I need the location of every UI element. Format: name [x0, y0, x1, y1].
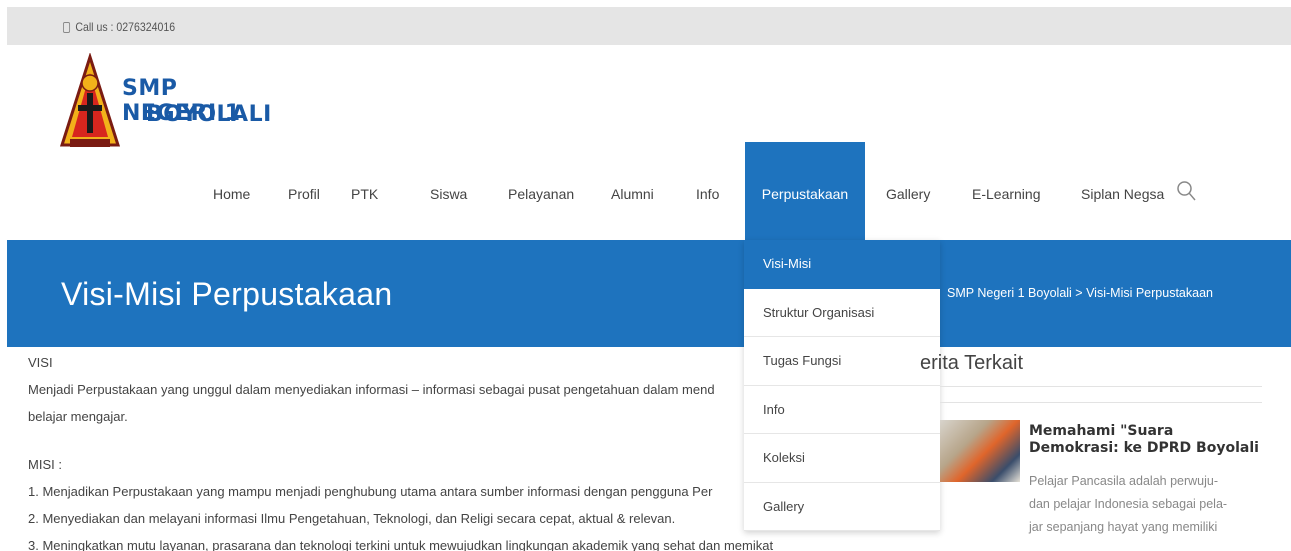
misi-item-1: 1. Menjadikan Perpustakaan yang mampu me…: [28, 484, 713, 499]
nav-perpustakaan[interactable]: Perpustakaan: [745, 142, 865, 240]
site-logo[interactable]: SMP NEGERI 1 BOYOLALI: [60, 53, 280, 153]
main-content: VISI Menjadi Perpustakaan yang unggul da…: [28, 354, 774, 551]
sidebar-divider: [940, 386, 1262, 387]
post-title[interactable]: Memahami "Suara Demokrasi: ke DPRD Boyol…: [1029, 423, 1259, 457]
nav-profil[interactable]: Profil: [288, 142, 320, 240]
sidebar-divider: [940, 402, 1262, 403]
nav-alumni[interactable]: Alumni: [611, 142, 654, 240]
top-bar: Call us : 0276324016: [7, 7, 1291, 45]
visi-text-line2: belajar mengajar.: [28, 409, 128, 424]
breadcrumb[interactable]: SMP Negeri 1 Boyolali > Visi-Misi Perpus…: [947, 286, 1213, 300]
phone-contact: Call us : 0276324016: [63, 20, 175, 34]
visi-heading: VISI: [28, 355, 53, 370]
main-nav: Home Profil PTK Siswa Pelayanan Alumni I…: [0, 142, 1291, 240]
nav-elearning[interactable]: E-Learning: [972, 142, 1041, 240]
post-excerpt: Pelajar Pancasila adalah perwuju- dan pe…: [1029, 470, 1227, 539]
sidebar-title: erita Terkait: [920, 352, 1024, 374]
nav-ptk[interactable]: PTK: [351, 142, 378, 240]
page-title: Visi-Misi Perpustakaan: [61, 276, 393, 312]
perpustakaan-dropdown: Visi-Misi Struktur Organisasi Tugas Fung…: [744, 240, 940, 531]
phone-text: Call us : 0276324016: [75, 20, 176, 34]
misi-item-2: 2. Menyediakan dan melayani informasi Il…: [28, 511, 676, 526]
page-header-banner: Visi-Misi Perpustakaan SMP Negeri 1 Boyo…: [7, 240, 1291, 347]
dropdown-item-tugas-fungsi[interactable]: Tugas Fungsi: [744, 337, 940, 386]
misi-heading: MISI :: [28, 457, 62, 472]
misi-item-3: 3. Meningkatkan mutu layanan, prasarana …: [28, 538, 774, 551]
dropdown-item-struktur-organisasi[interactable]: Struktur Organisasi: [744, 289, 940, 337]
search-icon[interactable]: [1176, 180, 1196, 202]
visi-text-line1: Menjadi Perpustakaan yang unggul dalam m…: [28, 382, 715, 397]
dropdown-item-koleksi[interactable]: Koleksi: [744, 434, 940, 483]
school-emblem-icon: [60, 53, 120, 147]
nav-pelayanan[interactable]: Pelayanan: [508, 142, 574, 240]
dropdown-item-visi-misi[interactable]: Visi-Misi: [744, 240, 940, 289]
phone-icon: [63, 21, 71, 33]
dropdown-item-gallery[interactable]: Gallery: [744, 483, 940, 531]
post-excerpt-line: dan pelajar Indonesia sebagai pela-: [1029, 497, 1228, 511]
nav-siswa[interactable]: Siswa: [430, 142, 467, 240]
post-thumbnail[interactable]: [940, 420, 1020, 482]
post-excerpt-line: jar sepanjang hayat yang memiliki: [1029, 520, 1218, 534]
nav-home[interactable]: Home: [213, 142, 250, 240]
logo-line2: BOYOLALI: [146, 102, 272, 127]
post-excerpt-line: Pelajar Pancasila adalah perwuju-: [1029, 474, 1219, 488]
dropdown-item-info[interactable]: Info: [744, 386, 940, 434]
nav-info[interactable]: Info: [696, 142, 719, 240]
nav-gallery[interactable]: Gallery: [886, 142, 930, 240]
nav-siplan-negsa[interactable]: Siplan Negsa: [1081, 142, 1164, 240]
